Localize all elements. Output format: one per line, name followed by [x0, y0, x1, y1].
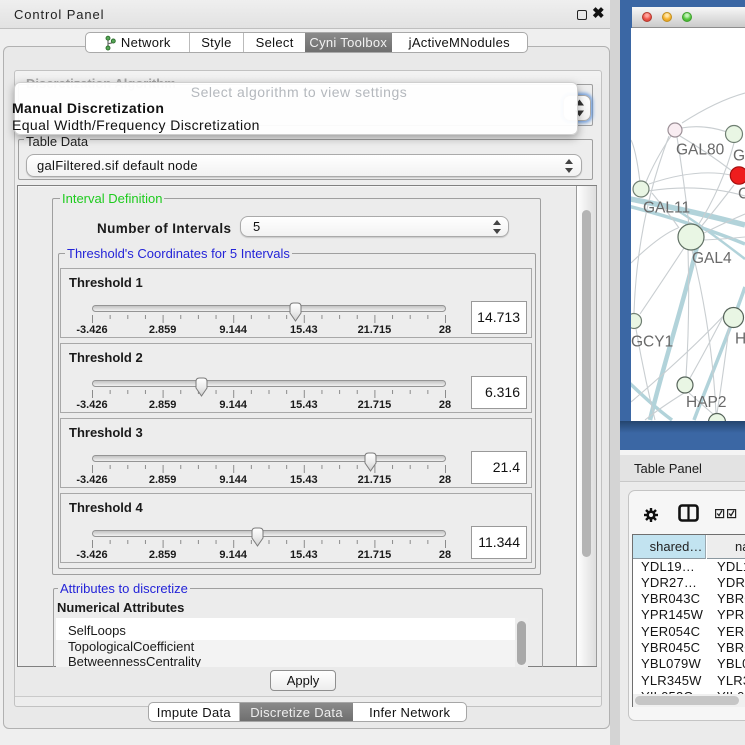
svg-text:GAL80: GAL80	[676, 142, 725, 159]
svg-text:GAL4: GAL4	[692, 250, 732, 267]
svg-text:GAL11: GAL11	[643, 200, 690, 217]
svg-text:C: C	[738, 186, 745, 203]
svg-text:HAP2: HAP2	[686, 394, 727, 411]
svg-text:H: H	[735, 331, 745, 348]
svg-text:G…: G…	[733, 148, 745, 165]
svg-text:GCY1: GCY1	[631, 334, 673, 351]
